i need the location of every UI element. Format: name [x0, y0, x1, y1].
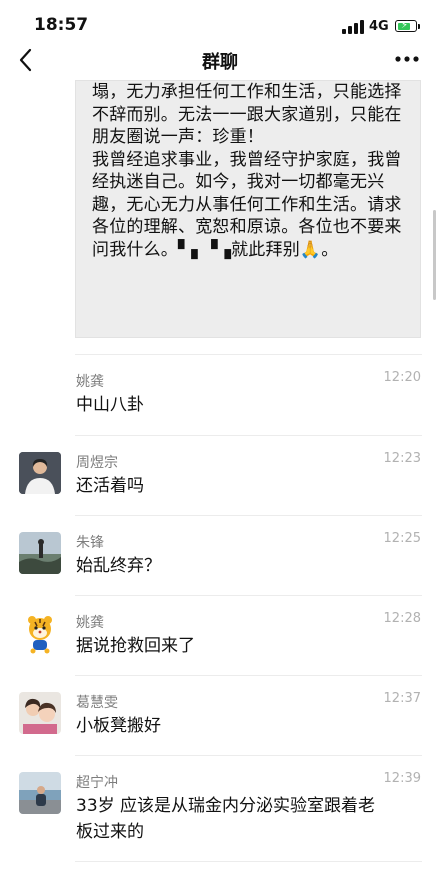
network-label: 4G	[369, 19, 389, 34]
comment-time: 12:20	[383, 370, 421, 385]
comment-item: 朱锋 12:25 始乱终弃？	[0, 515, 440, 595]
divider	[75, 354, 422, 355]
comment-time: 12:39	[383, 771, 421, 786]
commenter-name[interactable]: 葛慧雯	[76, 692, 118, 712]
divider	[75, 755, 422, 756]
landscape-photo-icon	[19, 532, 61, 574]
comment-text: 据说抢救回来了	[76, 633, 421, 659]
cartoon-tiger-icon	[19, 612, 61, 654]
comment-item: 姚龚 12:20 中山八卦	[0, 354, 440, 434]
article-line: 经执迷自己。如今，我对一切都毫无兴	[92, 172, 385, 192]
seaside-photo-icon	[19, 772, 61, 814]
article-line: 朋友圈说一声：珍重！	[92, 127, 264, 147]
commenter-name[interactable]: 姚龚	[76, 612, 104, 632]
comment-text-line: 还活着吗	[76, 476, 144, 496]
avatar[interactable]	[19, 772, 61, 814]
comment-text-line: 板过来的	[76, 822, 144, 842]
divider	[75, 435, 422, 436]
comment-item: 周煜宗 12:23 还活着吗	[0, 435, 440, 515]
commenter-name[interactable]: 姚龚	[76, 371, 104, 391]
divider	[75, 595, 422, 596]
nav-bar: 群聊	[0, 44, 440, 78]
comment-text: 33岁 应该是从瑞金内分泌实验室跟着老 板过来的	[76, 793, 421, 845]
battery-tip	[418, 24, 420, 29]
comment-text: 中山八卦	[76, 392, 421, 418]
article-line: 问我什么。▘▖▝▗就此拜别🙏。	[92, 239, 339, 260]
comment-text-line: 据说抢救回来了	[76, 636, 195, 656]
article-line: 各位的理解、宽恕和原谅。各位也不要来	[92, 217, 402, 237]
comment-text-line: 小板凳搬好	[76, 716, 161, 736]
divider	[75, 861, 422, 862]
status-time: 18:57	[34, 15, 89, 35]
status-bar: 18:57 4G ⚡	[0, 0, 440, 44]
page-title: 群聊	[202, 52, 238, 73]
comment-item: 姚龚 12:28 据说抢救回来了	[0, 595, 440, 675]
comment-text-line: 中山八卦	[76, 395, 144, 415]
signal-icon	[342, 20, 364, 34]
comment-text-line: 始乱终弃？	[76, 556, 161, 576]
avatar[interactable]	[19, 452, 61, 494]
divider	[75, 515, 422, 516]
article-line: 不辞而别。无法一一跟大家道别，只能在	[92, 104, 402, 125]
battery-icon: ⚡	[395, 20, 417, 32]
more-horizontal-icon[interactable]	[394, 54, 420, 64]
commenter-name[interactable]: 朱锋	[76, 532, 104, 552]
comment-text: 还活着吗	[76, 473, 421, 499]
comment-text: 始乱终弃？	[76, 553, 421, 579]
comment-text-line: 33岁 应该是从瑞金内分泌实验室跟着老	[76, 796, 376, 816]
article-text: 塌，无力承担任何工作和生活，只能选择 不辞而别。无法一一跟大家道别，只能在 朋友…	[92, 81, 412, 261]
comment-item: 超宁冲 12:39 33岁 应该是从瑞金内分泌实验室跟着老 板过来的	[0, 755, 440, 865]
divider	[75, 675, 422, 676]
person-portrait-icon	[19, 452, 61, 494]
avatar[interactable]	[19, 532, 61, 574]
avatar[interactable]	[19, 692, 61, 734]
comment-time: 12:37	[383, 691, 421, 706]
article-line: 塌，无力承担任何工作和生活，只能选择	[92, 82, 402, 102]
avatar[interactable]	[19, 612, 61, 654]
commenter-name[interactable]: 超宁冲	[76, 772, 118, 792]
article-line: 趣，无心无力从事任何工作和生活。请求	[92, 194, 402, 215]
commenter-name[interactable]: 周煜宗	[76, 452, 118, 472]
family-photo-icon	[19, 692, 61, 734]
article-line: 我曾经追求事业，我曾经守护家庭，我曾	[92, 149, 402, 170]
comment-text: 小板凳搬好	[76, 713, 421, 739]
comment-time: 12:23	[383, 451, 421, 466]
comment-item: 葛慧雯 12:37 小板凳搬好	[0, 675, 440, 755]
comment-time: 12:28	[383, 611, 421, 626]
comment-time: 12:25	[383, 531, 421, 546]
scrollbar[interactable]	[433, 210, 436, 300]
shared-article-card[interactable]: 塌，无力承担任何工作和生活，只能选择 不辞而别。无法一一跟大家道别，只能在 朋友…	[75, 80, 421, 338]
